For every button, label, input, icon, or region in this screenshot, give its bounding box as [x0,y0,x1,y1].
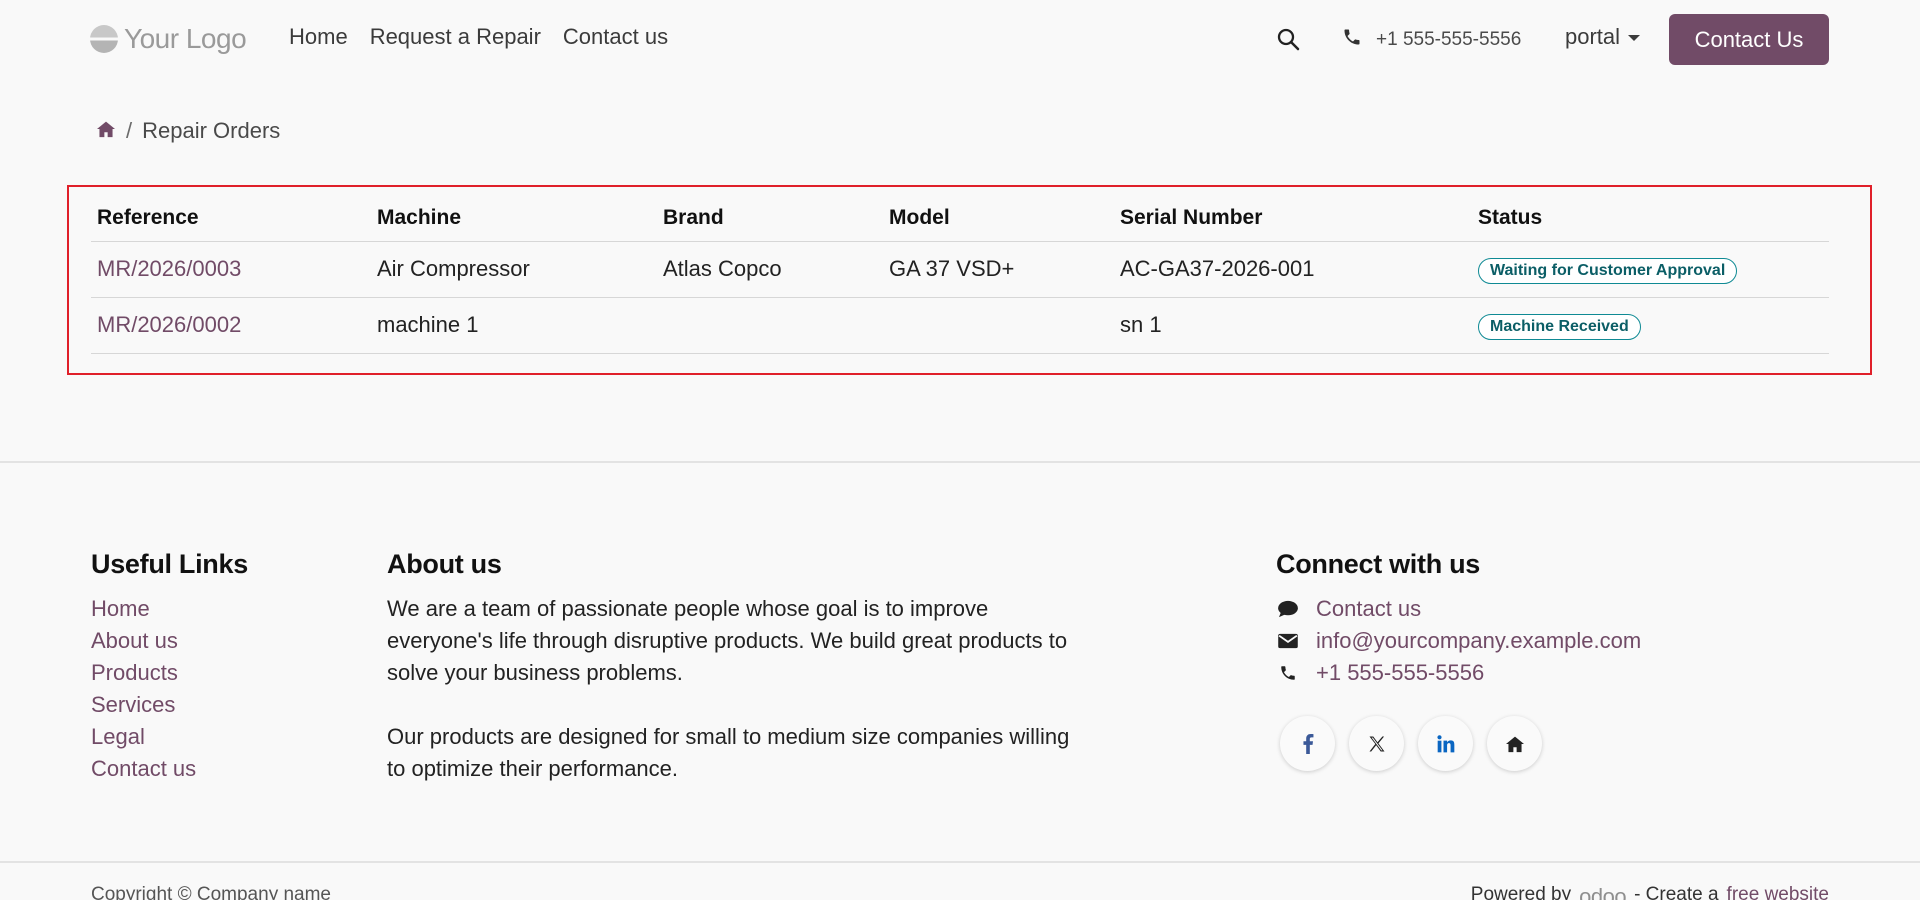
caret-down-icon [1628,35,1641,41]
col-serial-number: Serial Number [1114,196,1472,242]
copyright-text: Copyright © Company name [91,884,331,900]
connect-list: Contact us info@yourcompany.example.com … [1276,593,1641,689]
free-website-link[interactable]: free website [1727,884,1829,900]
nav-request-repair[interactable]: Request a Repair [370,24,541,50]
connect-phone: +1 555-555-5556 [1276,657,1641,689]
create-prefix: - Create a [1634,884,1719,900]
user-menu-label: portal [1565,24,1621,49]
cell-brand: Atlas Copco [657,241,883,298]
company-logo[interactable]: Your Logo [90,22,247,56]
logo-mark-icon [90,25,118,53]
col-status: Status [1472,196,1829,242]
nav-contact-us[interactable]: Contact us [563,24,668,50]
footer-link-products[interactable]: Products [91,657,196,689]
footer-link-about[interactable]: About us [91,625,196,657]
connect-contact: Contact us [1276,593,1641,625]
cell-model [883,297,1114,354]
cell-model: GA 37 VSD+ [883,241,1114,298]
social-links [1280,716,1542,771]
col-reference: Reference [91,196,371,242]
connect-contact-link[interactable]: Contact us [1316,596,1421,622]
about-paragraph: We are a team of passionate people whose… [387,596,1068,685]
powered-by-label: Powered by [1470,884,1572,900]
phone-icon [1342,27,1362,52]
comment-icon [1276,600,1300,618]
cell-serial: sn 1 [1114,297,1472,354]
search-icon[interactable] [1276,27,1300,51]
breadcrumb-current: Repair Orders [142,118,281,143]
copyright-divider [0,861,1920,863]
order-reference-link[interactable]: MR/2026/0003 [91,241,371,298]
connect-email-link[interactable]: info@yourcompany.example.com [1316,628,1641,654]
main-nav: Home Request a Repair Contact us [289,24,668,50]
footer-divider [0,461,1920,463]
contact-us-button[interactable]: Contact Us [1669,14,1829,65]
nav-home[interactable]: Home [289,24,348,50]
useful-links-list: Home About us Products Services Legal Co… [91,593,196,785]
header-phone[interactable]: +1 555-555-5556 [1342,27,1521,52]
facebook-icon[interactable] [1280,716,1335,771]
powered-by: Powered by odoo - Create a free website [1471,884,1829,900]
cell-serial: AC-GA37-2026-001 [1114,241,1472,298]
footer-link-services[interactable]: Services [91,689,196,721]
top-navbar: Your Logo Home Request a Repair Contact … [0,0,1920,78]
x-twitter-icon[interactable] [1349,716,1404,771]
order-reference-link[interactable]: MR/2026/0002 [91,297,371,354]
cell-brand [657,297,883,354]
footer-link-legal[interactable]: Legal [91,721,196,753]
about-us-title: About us [387,549,502,579]
header-phone-number: +1 555-555-5556 [1376,28,1522,50]
phone-icon [1276,664,1300,682]
table-header-row: Reference Machine Brand Model Serial Num… [91,196,1829,242]
linkedin-icon[interactable] [1418,716,1473,771]
user-menu-dropdown[interactable]: portal [1565,24,1641,50]
col-machine: Machine [371,196,657,242]
breadcrumb: / Repair Orders [96,118,280,144]
cell-machine: Air Compressor [371,241,657,298]
col-brand: Brand [657,196,883,242]
footer-link-home[interactable]: Home [91,593,196,625]
envelope-icon [1276,633,1300,649]
about-paragraph: Our products are designed for small to m… [387,724,1070,781]
repair-orders-table: Reference Machine Brand Model Serial Num… [91,196,1829,354]
cell-status: Waiting for Customer Approval [1472,241,1829,298]
home-icon[interactable] [96,118,116,144]
status-badge: Waiting for Customer Approval [1478,257,1738,284]
about-us-text: We are a team of passionate people whose… [387,593,1087,785]
cell-status: Machine Received [1472,297,1829,354]
connect-title: Connect with us [1276,549,1480,579]
cell-machine: machine 1 [371,297,657,354]
connect-phone-link[interactable]: +1 555-555-5556 [1316,660,1484,686]
connect-email: info@yourcompany.example.com [1276,625,1641,657]
table-row[interactable]: MR/2026/0003 Air Compressor Atlas Copco … [91,241,1829,298]
odoo-logo[interactable]: odoo [1579,884,1626,900]
useful-links-title: Useful Links [91,549,248,579]
status-badge: Machine Received [1478,313,1641,340]
logo-text: Your Logo [124,23,247,54]
col-model: Model [883,196,1114,242]
home-icon[interactable] [1487,716,1542,771]
breadcrumb-separator: / [126,118,133,143]
table-row[interactable]: MR/2026/0002 machine 1 sn 1 Machine Rece… [91,297,1829,354]
footer-link-contact[interactable]: Contact us [91,753,196,785]
